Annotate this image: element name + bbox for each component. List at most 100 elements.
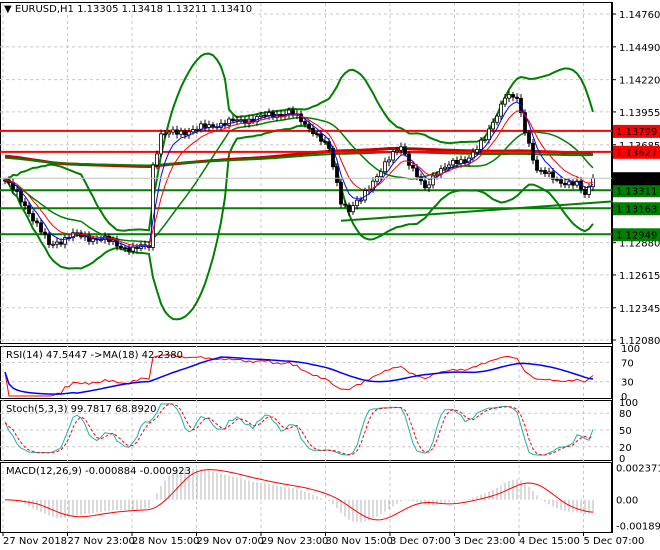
candle [119, 245, 123, 249]
candle [479, 139, 483, 150]
candle [123, 247, 127, 250]
candle [267, 112, 271, 116]
candle [547, 171, 551, 175]
candle [183, 130, 187, 136]
candle [59, 241, 63, 245]
candle [311, 127, 315, 135]
time-label: 28 Nov 15:00 [132, 536, 199, 547]
candle [323, 140, 327, 143]
candle [335, 166, 339, 183]
chart-canvas[interactable]: 27 Nov 2018 27 Nov 23:0028 Nov 15:0029 No… [0, 0, 660, 550]
candle [15, 189, 19, 192]
price-label: 1.12615 [619, 271, 660, 282]
time-label: 29 Nov 23:00 [261, 536, 328, 547]
level-label: 1.12949 [616, 230, 657, 241]
macd-axis-label: 0.002371 [616, 463, 660, 474]
candle [195, 128, 199, 131]
candle [427, 184, 431, 189]
candle [27, 205, 31, 214]
candle [51, 243, 55, 246]
candle [339, 182, 343, 205]
candle [443, 166, 447, 170]
open-value: 1.13305 [77, 4, 119, 15]
candle [303, 121, 307, 125]
candle [191, 129, 195, 133]
candle [539, 169, 543, 172]
candle [171, 129, 175, 133]
candle [203, 123, 207, 128]
rsi-axis-label: 30 [621, 378, 634, 389]
candle [391, 151, 395, 161]
candle [343, 203, 347, 206]
candle [263, 114, 267, 117]
candle [567, 181, 571, 186]
candle [555, 178, 559, 181]
candle [507, 94, 511, 99]
panel-frame [0, 2, 612, 344]
candle [55, 241, 59, 245]
candle [259, 114, 263, 118]
time-label: 4 Dec 15:00 [519, 536, 580, 547]
current-price-label: 1.13410 [616, 174, 657, 185]
candle [387, 159, 391, 163]
candle [571, 181, 575, 186]
symbol-label: EURUSD,H1 [14, 4, 74, 15]
level-label: 1.13799 [616, 127, 657, 138]
candle [403, 146, 407, 155]
candle [447, 164, 451, 168]
rsi-axis-label: 100 [621, 344, 640, 355]
candle [487, 128, 491, 141]
time-label: 27 Nov 2018 [3, 536, 67, 547]
time-label: 3 Dec 07:00 [390, 536, 451, 547]
close-value: 1.13410 [210, 4, 253, 15]
candle [411, 164, 415, 169]
bollinger-middle [4, 116, 594, 243]
stoch-axis-label: 50 [619, 426, 632, 437]
candle [231, 118, 235, 122]
candle [355, 199, 359, 207]
candle [431, 175, 435, 186]
price-label: 1.14760 [619, 10, 660, 21]
candle [43, 231, 47, 236]
dropdown-triangle-icon[interactable]: ▼ [4, 4, 12, 15]
candle [319, 133, 323, 142]
candle [91, 238, 95, 242]
level-label: 1.13163 [616, 204, 657, 215]
candle [503, 97, 507, 105]
candle [483, 139, 487, 142]
candle [399, 146, 403, 151]
candle [535, 159, 539, 171]
candle [563, 182, 567, 186]
candle [459, 159, 463, 164]
stoch-title: Stoch(5,3,3) 99.7817 68.8920 [6, 404, 157, 415]
candle [515, 96, 519, 99]
time-label: 30 Nov 15:00 [326, 536, 393, 547]
candle [379, 171, 383, 178]
candle [527, 132, 531, 144]
candle [559, 179, 563, 184]
candle [307, 123, 311, 129]
candle [415, 167, 419, 178]
trendline [340, 200, 614, 222]
candle [543, 170, 547, 175]
time-label: 29 Nov 07:00 [197, 536, 264, 547]
stoch-axis-label: 20 [619, 443, 632, 454]
macd-title: MACD(12,26,9) -0.000884 -0.000923 [6, 466, 191, 477]
candle [39, 222, 43, 233]
candle [351, 205, 355, 213]
candle [451, 159, 455, 166]
price-label: 1.13955 [619, 108, 660, 119]
candle [235, 119, 239, 122]
candle [347, 204, 351, 213]
candle [419, 176, 423, 182]
candle [531, 142, 535, 161]
candle [495, 115, 499, 123]
candle [475, 149, 479, 153]
high-value: 1.13418 [121, 4, 163, 15]
time-label: 3 Dec 23:00 [455, 536, 516, 547]
rsi-axis-label: 70 [621, 358, 634, 369]
candle [163, 133, 167, 136]
candle [423, 180, 427, 189]
candle [99, 239, 103, 241]
candle [463, 159, 467, 164]
